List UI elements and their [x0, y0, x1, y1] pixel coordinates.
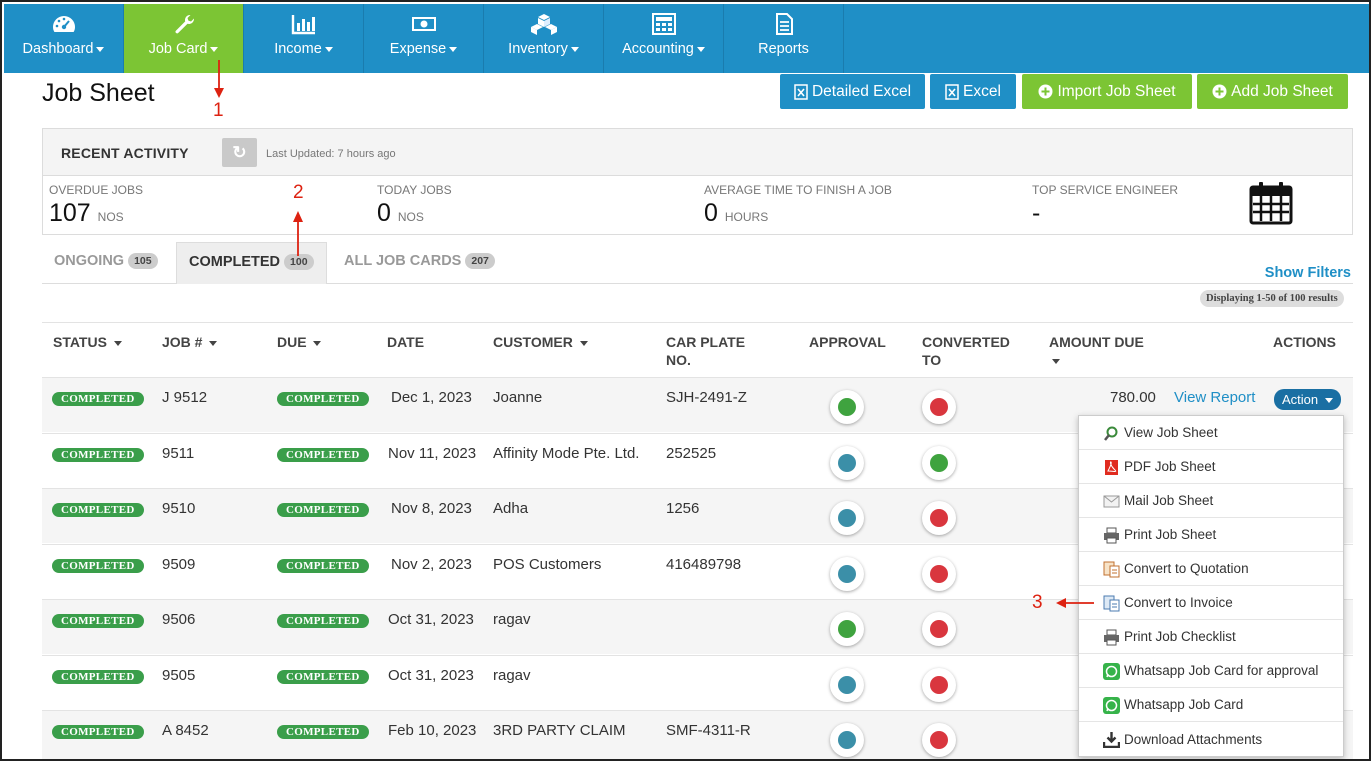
annotation-label-3: 3	[1032, 592, 1043, 613]
annotation-arrowhead-3	[1056, 598, 1066, 608]
annotation-label-2: 2	[293, 182, 304, 203]
annotation-label-1: 1	[213, 100, 224, 121]
annotation-arrowhead-1	[214, 88, 224, 98]
annotation-arrowhead-2	[293, 211, 303, 222]
annotation-layer	[214, 60, 1094, 608]
app-frame: Dashboard Job Card Income Expense Invent…	[0, 0, 1371, 761]
